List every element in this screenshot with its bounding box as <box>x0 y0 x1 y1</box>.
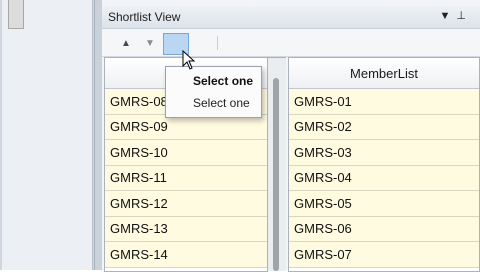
tooltip-text: Select one <box>193 96 250 110</box>
up-arrow-icon: ▲ <box>121 37 131 49</box>
down-arrow-icon: ▼ <box>145 37 155 49</box>
left-inner-pane <box>2 0 93 270</box>
move-down-button[interactable]: ▼ <box>142 35 158 51</box>
table-row[interactable]: GMRS-02 <box>289 114 479 140</box>
left-background-pane <box>0 0 98 270</box>
toolbar-separator <box>217 36 218 50</box>
table-row[interactable]: GMRS-05 <box>289 191 479 217</box>
table-row[interactable]: GMRS-03 <box>289 140 479 166</box>
table-row[interactable]: GMRS-12 <box>105 191 267 217</box>
table-row[interactable]: GMRS-06 <box>289 216 479 242</box>
memberlist-grid: MemberList GMRS-01 GMRS-02 GMRS-03 GMRS-04 G… <box>288 57 480 272</box>
panel-toolbar: ▲ ▼ <box>102 30 480 57</box>
memberlist-column-header[interactable]: MemberList <box>289 58 479 89</box>
scrollbar-thumb[interactable] <box>273 78 279 271</box>
table-row[interactable]: GMRS-13 <box>105 216 267 242</box>
memberlist-rows: GMRS-01 GMRS-02 GMRS-03 GMRS-04 GMRS-05 GMRS-… <box>289 89 479 268</box>
table-row[interactable]: GMRS-07 <box>289 242 479 268</box>
panel-title: Shortlist View <box>108 10 181 24</box>
panel-title-bar: Shortlist View ▼ ⊥ <box>102 6 480 29</box>
shortlist-scrollbar[interactable] <box>268 57 286 271</box>
pin-icon[interactable]: ⊥ <box>456 10 466 22</box>
table-row[interactable]: GMRS-10 <box>105 140 267 166</box>
shortlist-view-panel: Shortlist View ▼ ⊥ ▲ ▼ GMRS-08 GMRS-09 GMRS… <box>102 0 480 272</box>
table-row[interactable]: GMRS-14 <box>105 242 267 268</box>
mouse-cursor-icon <box>182 50 196 70</box>
table-row[interactable]: GMRS-09 <box>105 114 267 140</box>
table-row[interactable]: GMRS-01 <box>289 89 479 115</box>
move-up-button[interactable]: ▲ <box>118 35 134 51</box>
table-row[interactable]: GMRS-04 <box>289 165 479 191</box>
dropdown-triangle-icon[interactable]: ▼ <box>440 10 451 22</box>
select-one-tooltip: Select one Select one <box>165 66 262 118</box>
left-scrollbar[interactable] <box>8 0 24 29</box>
table-row[interactable]: GMRS-11 <box>105 165 267 191</box>
title-icons: ▼ ⊥ <box>434 9 466 22</box>
tooltip-title: Select one <box>193 74 254 88</box>
